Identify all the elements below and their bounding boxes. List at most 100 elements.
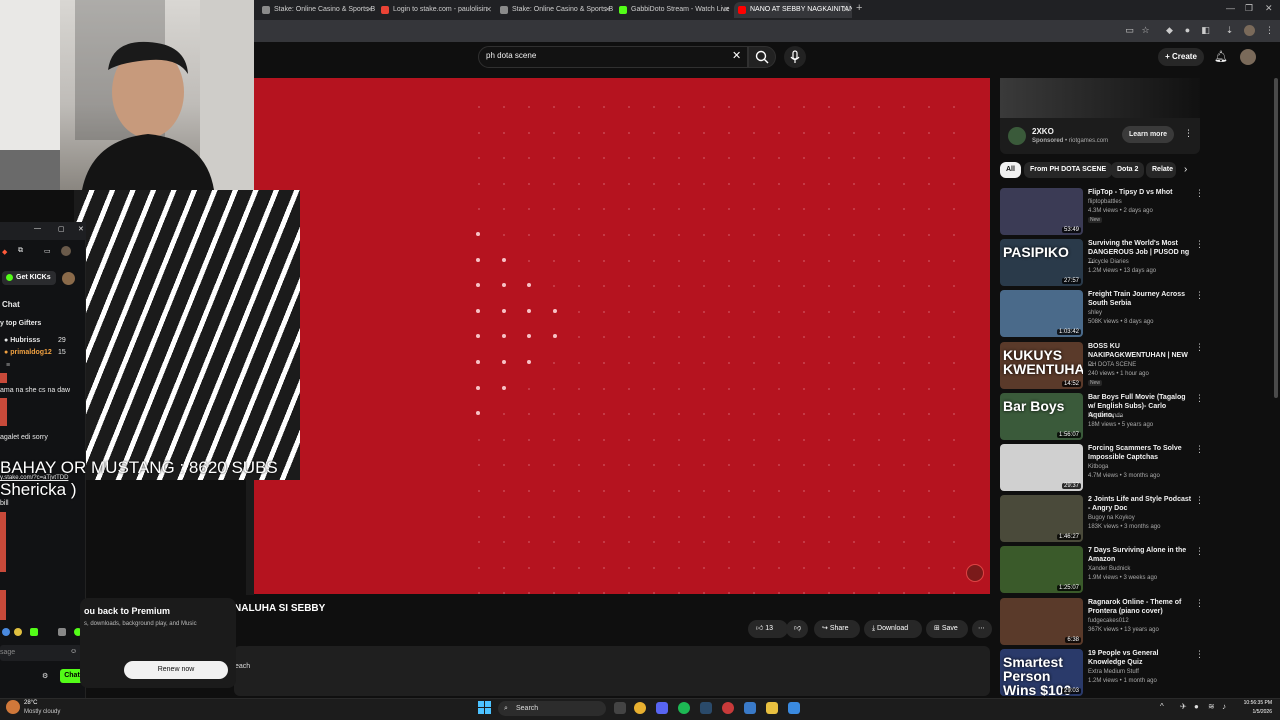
- close-tab-icon[interactable]: ✕: [842, 2, 849, 18]
- extension-icon[interactable]: ◆: [1164, 25, 1175, 36]
- ad-banner[interactable]: [1000, 78, 1200, 118]
- tray-app-icon[interactable]: ✈: [1180, 702, 1187, 711]
- recommended-video[interactable]: 1:03:42 Freight Train Journey Across Sout…: [1000, 290, 1205, 338]
- recommended-video[interactable]: 6:38 Ragnarok Online - Theme of Prontera …: [1000, 597, 1205, 646]
- ad-logo[interactable]: [1008, 127, 1026, 145]
- video-title[interactable]: 7 Days Surviving Alone in the Amazon: [1088, 546, 1192, 564]
- recommended-video[interactable]: PASIPIKO 27:57 Surviving the World's Most …: [1000, 239, 1205, 287]
- channel-name[interactable]: Extra Medium Stuff: [1088, 669, 1139, 675]
- video-title[interactable]: 19 People vs General Knowledge Quiz: [1088, 649, 1192, 667]
- weather-temp[interactable]: 28°C: [24, 700, 37, 706]
- kick-cast-icon[interactable]: ▭: [44, 247, 51, 255]
- video-title[interactable]: Ragnarok Online - Theme of Prontera (pia…: [1088, 598, 1192, 616]
- file-explorer-icon[interactable]: [766, 702, 778, 714]
- clear-search-icon[interactable]: ✕: [732, 49, 741, 62]
- browser-tab[interactable]: NANO AT SEBBY NAGKAINITAN ✕: [734, 2, 852, 18]
- get-kicks-button[interactable]: Get KICKs: [2, 271, 56, 285]
- spotify-icon[interactable]: [678, 702, 690, 714]
- close-tab-icon[interactable]: ✕: [485, 2, 492, 18]
- chip-related[interactable]: Relate: [1146, 162, 1176, 178]
- more-options-icon[interactable]: ⋮: [1195, 393, 1204, 404]
- chevron-right-icon[interactable]: ›: [1184, 164, 1187, 175]
- learn-more-button[interactable]: Learn more: [1122, 126, 1174, 143]
- channel-watermark-icon[interactable]: [966, 564, 984, 582]
- channel-name[interactable]: fudgecakes012: [1088, 618, 1129, 624]
- discord-icon[interactable]: [656, 702, 668, 714]
- description-box[interactable]: [234, 646, 990, 696]
- chat-collapse-icon[interactable]: ≡: [6, 362, 10, 369]
- emote-icon[interactable]: [14, 628, 22, 636]
- extensions-puzzle-icon[interactable]: ◧: [1200, 25, 1211, 36]
- recommended-video[interactable]: 29:37 Forcing Scammers To Solve Impossibl…: [1000, 444, 1205, 492]
- share-button[interactable]: ↪ Share: [814, 620, 860, 638]
- video-title[interactable]: FlipTop - Tipsy D vs Mhot: [1088, 188, 1192, 197]
- more-options-icon[interactable]: ⋮: [1195, 495, 1204, 506]
- create-button[interactable]: + Create: [1158, 48, 1204, 66]
- cast-icon[interactable]: ▭: [1124, 25, 1135, 36]
- profile-avatar-icon[interactable]: [1244, 25, 1255, 36]
- close-tab-icon[interactable]: ✕: [723, 2, 730, 18]
- download-button[interactable]: ⤓ Download: [864, 620, 922, 638]
- steam-icon[interactable]: [700, 702, 712, 714]
- maximize-button[interactable]: ❐: [1245, 3, 1253, 14]
- emote-picker-icon[interactable]: ☺: [70, 648, 77, 655]
- chip-from-channel[interactable]: From PH DOTA SCENE: [1024, 162, 1113, 178]
- channel-name[interactable]: Kip Oebanda: [1088, 413, 1123, 419]
- chrome-icon[interactable]: [634, 702, 646, 714]
- video-thumbnail[interactable]: 1:46:27: [1000, 495, 1083, 543]
- close-tab-icon[interactable]: ✕: [366, 2, 373, 18]
- video-thumbnail[interactable]: 1:03:42: [1000, 290, 1083, 338]
- video-thumbnail[interactable]: 1:25:07: [1000, 546, 1083, 594]
- kick-window-icon[interactable]: ⧉: [18, 247, 23, 255]
- gifter-row[interactable]: ● primaldog12: [4, 349, 52, 356]
- browser-tab[interactable]: Stake: Online Casino & Sports B ✕: [496, 2, 614, 18]
- maximize-icon[interactable]: ▢: [58, 225, 65, 233]
- recommended-video[interactable]: KUKUYS KWENTUHAN14:52BOSS KU NAKIPAGKWEN…: [1000, 341, 1205, 390]
- volume-icon[interactable]: ♪: [1222, 702, 1226, 711]
- chip-dota2[interactable]: Dota 2: [1111, 162, 1145, 178]
- dislike-button[interactable]: 👎︎: [786, 620, 808, 638]
- close-tab-icon[interactable]: ✕: [604, 2, 611, 18]
- windows-start-icon[interactable]: [478, 701, 491, 714]
- like-button[interactable]: 👍︎ 13: [748, 620, 788, 638]
- video-thumbnail[interactable]: Bar Boys 1:56:07: [1000, 392, 1083, 440]
- recommended-video[interactable]: 1:46:27 2 Joints Life and Style Podcast -…: [1000, 495, 1205, 543]
- video-thumbnail[interactable]: KUKUYS KWENTUHAN 14:52: [1000, 341, 1083, 389]
- more-options-icon[interactable]: ⋮: [1195, 342, 1204, 353]
- recommended-video[interactable]: Bar Boys 1:56:07 Bar Boys Full Movie (Taga…: [1000, 392, 1205, 441]
- emote-icon[interactable]: [30, 628, 38, 636]
- video-title[interactable]: 2 Joints Life and Style Podcast - Angry …: [1088, 495, 1192, 513]
- recommended-video[interactable]: Smartest Person Wins $100 29:03 19 People …: [1000, 648, 1205, 697]
- chip-all[interactable]: All: [1000, 162, 1021, 178]
- channel-name[interactable]: Bugoy na Koykoy: [1088, 515, 1135, 521]
- account-avatar[interactable]: [1240, 49, 1256, 65]
- video-thumbnail[interactable]: PASIPIKO 27:57: [1000, 239, 1083, 287]
- channel-name[interactable]: Xander Budnick: [1088, 566, 1130, 572]
- ad-more-icon[interactable]: ⋮: [1184, 128, 1193, 139]
- channel-name[interactable]: shley: [1088, 310, 1102, 316]
- voice-search-button[interactable]: [784, 46, 806, 68]
- search-button[interactable]: [748, 46, 776, 68]
- browser-tab[interactable]: GabbiDoto Stream - Watch Live ✕: [615, 2, 733, 18]
- more-options-icon[interactable]: ⋮: [1195, 444, 1204, 455]
- channel-name[interactable]: Kitboga: [1088, 464, 1108, 470]
- emote-bar[interactable]: [0, 626, 86, 638]
- save-button[interactable]: ⊞ Save: [926, 620, 968, 638]
- video-thumbnail[interactable]: Smartest Person Wins $100 29:03: [1000, 648, 1083, 696]
- video-thumbnail[interactable]: 53:49: [1000, 188, 1083, 235]
- more-options-icon[interactable]: ⋮: [1195, 239, 1204, 250]
- microphone-tray-icon[interactable]: ●: [1194, 702, 1199, 711]
- more-options-icon[interactable]: ⋮: [1195, 598, 1204, 609]
- more-options-icon[interactable]: ⋮: [1195, 649, 1204, 660]
- search-input-value[interactable]: ph dota scene: [486, 51, 536, 60]
- emote-icon[interactable]: [2, 628, 10, 636]
- browser-menu-icon[interactable]: ⋮: [1264, 25, 1275, 36]
- bookmark-star-icon[interactable]: ☆: [1140, 25, 1151, 36]
- recommended-video[interactable]: 53:49 FlipTop - Tipsy D vs Mhot fliptopbat…: [1000, 188, 1205, 236]
- taskbar-search[interactable]: ⌕ Search: [498, 701, 606, 716]
- weather-icon[interactable]: [6, 700, 20, 714]
- app-icon[interactable]: [788, 702, 800, 714]
- minimize-icon[interactable]: —: [34, 225, 41, 232]
- browser-tab[interactable]: Login to stake.com - paulolisin ✕: [377, 2, 495, 18]
- video-thumbnail[interactable]: 29:37: [1000, 444, 1083, 491]
